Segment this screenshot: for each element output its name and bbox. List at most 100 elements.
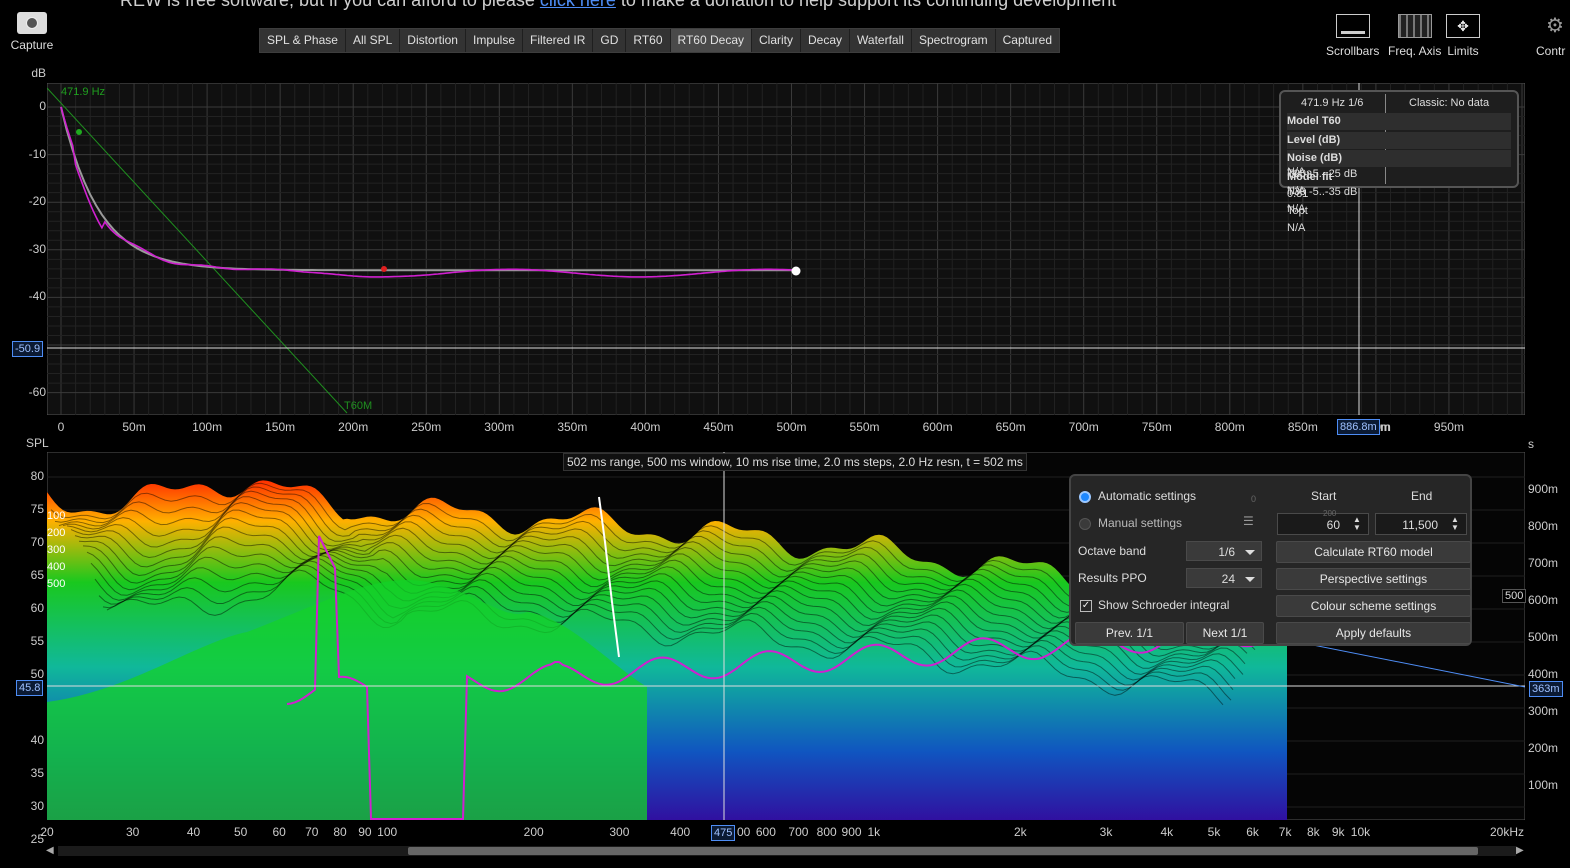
lower-x-tick: 20 [40, 825, 54, 839]
lower-x-tick: 5k [1207, 825, 1221, 839]
upper-x-tick: 700m [1068, 420, 1099, 434]
time-tick: 800m [1528, 519, 1559, 533]
end-frequency-input[interactable]: 11,500 ▲ ▼ [1375, 513, 1467, 535]
info-key: Model fit [1287, 170, 1333, 183]
limits-button[interactable]: ✥ Limits [1446, 14, 1480, 58]
tab-gd[interactable]: GD [593, 29, 627, 52]
tab-rt60[interactable]: RT60 [626, 29, 671, 52]
banner-text-pre: REW is free software, but if you can aff… [120, 0, 540, 10]
capture-button[interactable]: Capture [8, 12, 56, 52]
tab-waterfall[interactable]: Waterfall [850, 29, 912, 52]
apply-defaults-button[interactable]: Apply defaults [1276, 622, 1471, 644]
tab-all-spl[interactable]: All SPL [346, 29, 401, 52]
lower-y-tick: 80 [30, 469, 44, 483]
upper-x-tick: 750m [1141, 420, 1172, 434]
octave-band-select[interactable]: 1/6 [1186, 541, 1262, 561]
lower-cursor-x-value: 475 [714, 827, 733, 839]
time-tick: 400m [1528, 667, 1559, 681]
upper-x-tick: 400m [630, 420, 661, 434]
rt60-settings-panel: Automatic settings Manual settings ☰ 0 S… [1069, 474, 1472, 646]
automatic-settings-radio[interactable] [1079, 491, 1091, 503]
donation-link[interactable]: click here [540, 0, 616, 10]
lower-y-tick: 30 [30, 799, 44, 813]
lower-x-tick: 80 [333, 825, 347, 839]
tab-filtered-ir[interactable]: Filtered IR [523, 29, 594, 52]
green-marker [76, 129, 82, 135]
lower-y-tick: 35 [30, 766, 44, 780]
upper-x-tick: 250m [411, 420, 442, 434]
info-row: Noise (dB) -34.3 T30 -5..-35 dB N/A [1287, 150, 1511, 215]
scroll-right-icon[interactable]: ▶ [1516, 845, 1524, 856]
prev-button[interactable]: Prev. 1/1 [1075, 622, 1184, 644]
start-value: 60 [1326, 518, 1340, 532]
tab-spectrogram[interactable]: Spectrogram [912, 29, 996, 52]
scrollbars-icon [1335, 14, 1370, 38]
tab-spl-phase[interactable]: SPL & Phase [260, 29, 346, 52]
manual-settings-radio[interactable] [1079, 518, 1091, 530]
two-hundred-label: 200 [1323, 509, 1337, 518]
tab-impulse[interactable]: Impulse [466, 29, 524, 52]
start-spinner-icon[interactable]: ▲ ▼ [1349, 516, 1365, 532]
donation-banner: REW is free software, but if you can aff… [120, 0, 1116, 11]
upper-x-tick: 100m [192, 420, 223, 434]
info-row: Model fit 0.81 Topt N/A [1287, 169, 1511, 234]
upper-y-tick: 0 [39, 99, 46, 113]
upper-cursor-x-value: 886.8m [1340, 421, 1377, 433]
results-ppo-select[interactable]: 24 [1186, 568, 1262, 588]
calculate-rt60-button[interactable]: Calculate RT60 model [1276, 541, 1471, 563]
lower-x-tick: 8k [1306, 825, 1320, 839]
results-ppo-label: Results PPO [1078, 571, 1147, 585]
scrollbar-thumb[interactable] [408, 847, 1478, 855]
colour-scheme-button[interactable]: Colour scheme settings [1276, 595, 1471, 617]
lower-x-tick: 2k [1013, 825, 1027, 839]
controls-button[interactable]: ⚙ Contr [1536, 14, 1566, 58]
upper-x-tick: 800m [1214, 420, 1245, 434]
start-header: Start [1311, 489, 1337, 503]
perspective-settings-button[interactable]: Perspective settings [1276, 568, 1471, 590]
scroll-left-icon[interactable]: ◀ [46, 845, 54, 856]
lower-cursor-y-readout: 45.8 [16, 680, 44, 696]
lower-x-tick: 200 [523, 825, 544, 839]
schroeder-checkbox[interactable]: ✓ [1080, 600, 1092, 612]
scrollbars-label: Scrollbars [1326, 44, 1380, 58]
upper-x-tick: 350m [557, 420, 588, 434]
upper-y-tick: -60 [28, 384, 46, 399]
graph-tabs: SPL & Phase All SPL Distortion Impulse Filte… [259, 28, 1061, 53]
tab-decay[interactable]: Decay [801, 29, 851, 52]
time-tick: 300m [1528, 704, 1559, 718]
manual-settings-label: Manual settings [1098, 516, 1183, 530]
end-spinner-icon[interactable]: ▲ ▼ [1447, 516, 1463, 532]
time-tick: 600m [1528, 593, 1559, 607]
slice-label: 100 [47, 510, 66, 522]
freq-axis-button[interactable]: Freq. Axis [1388, 14, 1441, 58]
freq-axis-icon [1397, 14, 1432, 38]
results-ppo-value: 24 [1221, 572, 1235, 586]
tab-distortion[interactable]: Distortion [400, 29, 466, 52]
automatic-settings-label: Automatic settings [1098, 489, 1197, 503]
info-key: Level (dB) [1287, 133, 1341, 146]
banner-text-post: to make a donation to help support its c… [615, 0, 1117, 10]
schroeder-label: Show Schroeder integral [1098, 598, 1230, 612]
upper-x-tick: 950m [1433, 420, 1464, 434]
limits-icon: ✥ [1446, 14, 1480, 38]
next-button[interactable]: Next 1/1 [1186, 622, 1264, 644]
upper-x-tick: 850m [1287, 420, 1318, 434]
freq-label: 471.9 Hz [61, 86, 105, 98]
sliders-icon[interactable]: ☰ [1243, 514, 1257, 528]
lower-x-tick: 30 [126, 825, 140, 839]
end-marker[interactable] [791, 266, 801, 276]
upper-cursor-x-suffix: m [1380, 420, 1390, 434]
tab-captured[interactable]: Captured [996, 29, 1059, 52]
info-row: Model T600.179EDT 0..-10 dBN/A [1287, 113, 1511, 178]
tab-rt60-decay[interactable]: RT60 Decay [670, 29, 752, 52]
slice-label: 200 [47, 527, 66, 539]
upper-x-tick: 500m [776, 420, 807, 434]
horizontal-scrollbar[interactable] [58, 846, 1516, 856]
lower-x-tick: 300 [609, 825, 630, 839]
lower-cursor-x-suffix: 00 [737, 825, 751, 839]
lower-cursor-x-readout: 475 [711, 825, 736, 841]
tab-clarity[interactable]: Clarity [752, 29, 802, 52]
time-axis-unit: s [1528, 437, 1534, 451]
waterfall-caption: 502 ms range, 500 ms window, 10 ms rise … [563, 453, 1027, 471]
scrollbars-button[interactable]: Scrollbars [1326, 14, 1379, 58]
